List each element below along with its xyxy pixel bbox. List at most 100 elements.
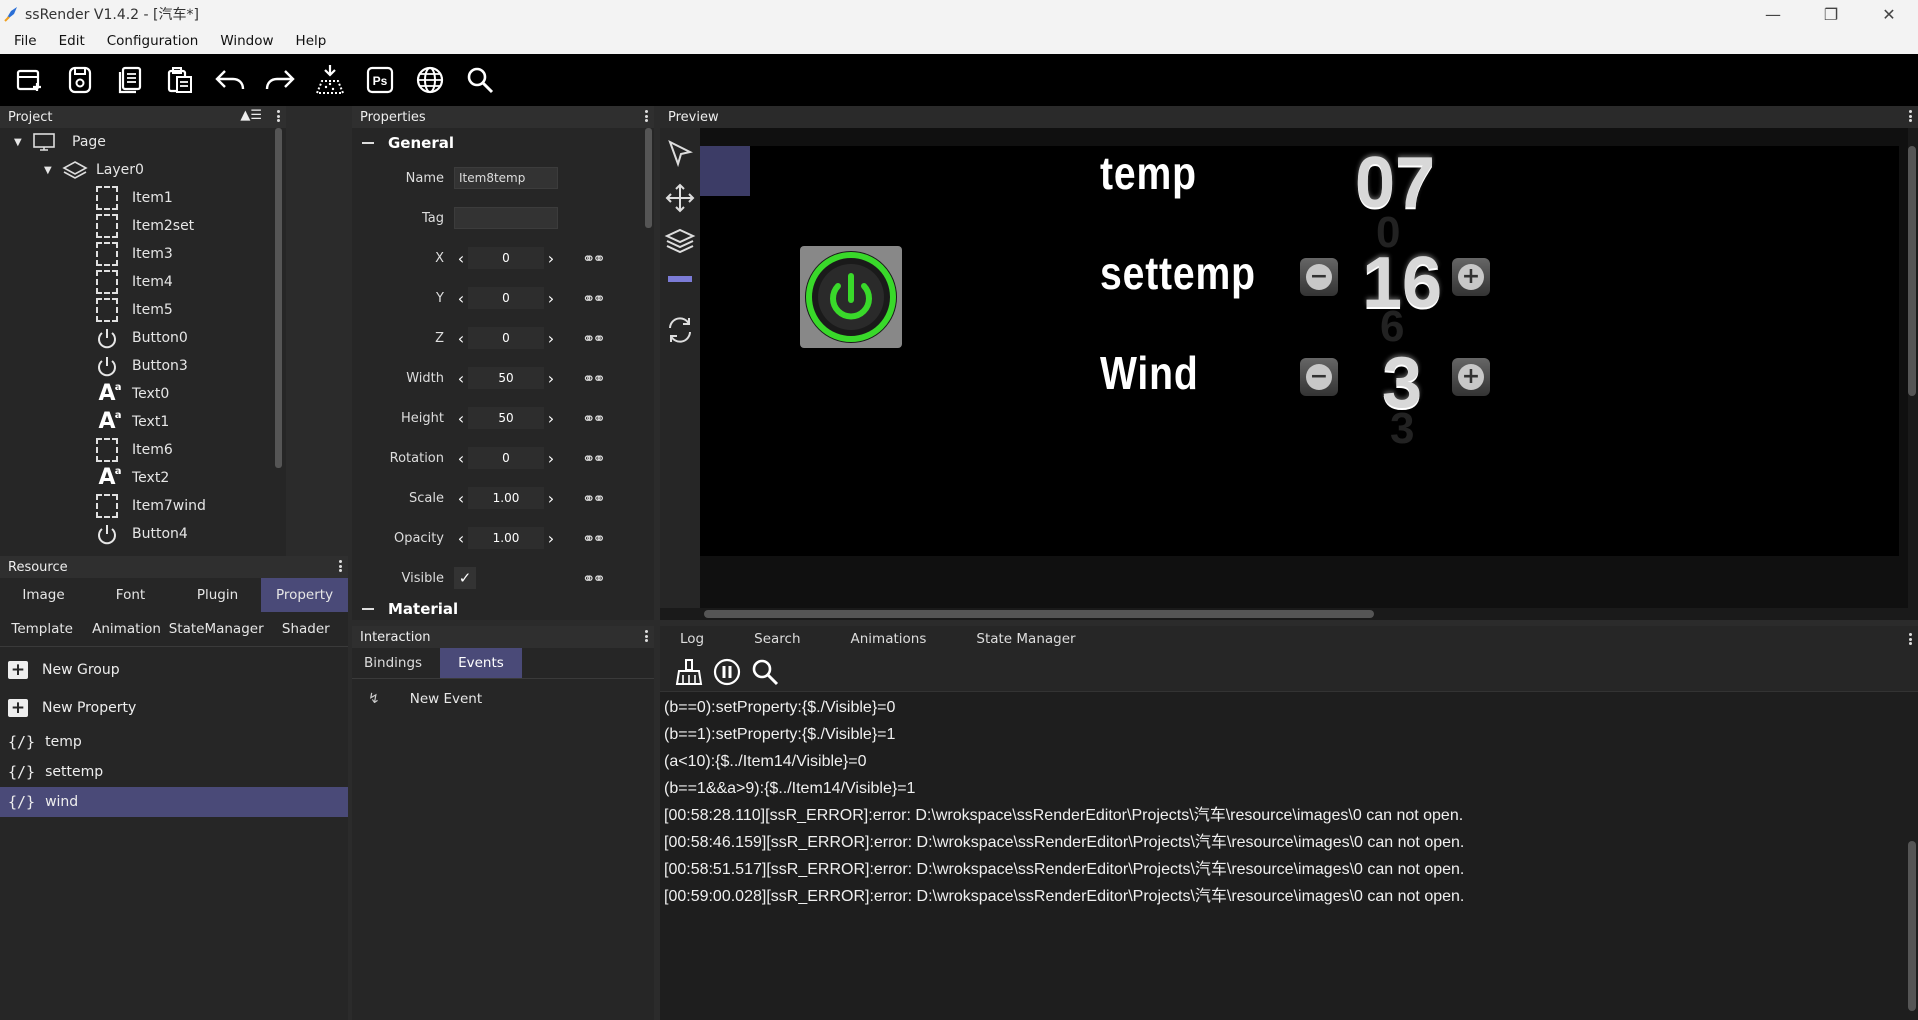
tab-font[interactable]: Font [87, 578, 174, 612]
tab-image[interactable]: Image [0, 578, 87, 612]
new-button[interactable] [10, 60, 50, 100]
visible-checkbox[interactable]: ✓ [454, 567, 476, 589]
increment-icon[interactable]: › [544, 409, 558, 428]
menu-configuration[interactable]: Configuration [99, 33, 207, 49]
preview-vscrollbar[interactable] [1908, 146, 1916, 396]
bind-link-icon[interactable]: ⚭⚭ [582, 529, 606, 548]
name-field[interactable]: Item8temp [454, 167, 558, 189]
prop-spinbox[interactable]: ‹ 0 › [454, 247, 558, 269]
tag-field[interactable] [454, 207, 558, 229]
tree-item-item2set[interactable]: Item2set [0, 212, 340, 240]
prop-value[interactable]: 50 [468, 367, 544, 389]
search-button[interactable] [460, 60, 500, 100]
prop-spinbox[interactable]: ‹ 0 › [454, 327, 558, 349]
tree-item-item6[interactable]: Item6 [0, 436, 340, 464]
property-item-settemp[interactable]: {/} settemp [0, 757, 348, 787]
decrement-icon[interactable]: ‹ [454, 249, 468, 268]
menu-help[interactable]: Help [288, 33, 335, 49]
prop-spinbox[interactable]: ‹ 50 › [454, 407, 558, 429]
decrement-icon[interactable]: ‹ [454, 369, 468, 388]
menu-edit[interactable]: Edit [51, 33, 93, 49]
pause-log-button[interactable] [712, 657, 742, 687]
new-group-button[interactable]: + New Group [0, 651, 348, 689]
collapse-icon[interactable] [362, 608, 374, 610]
increment-icon[interactable]: › [544, 369, 558, 388]
layers-tool[interactable] [664, 226, 696, 258]
more-icon[interactable] [338, 558, 342, 574]
tree-item-item3[interactable]: Item3 [0, 240, 340, 268]
collapse-icon[interactable] [362, 142, 374, 144]
close-button[interactable]: ✕ [1860, 0, 1918, 28]
expand-arrow-icon[interactable]: ▼ [44, 165, 62, 176]
tree-item-item4[interactable]: Item4 [0, 268, 340, 296]
settemp-minus-button[interactable]: − [1300, 258, 1338, 296]
bind-link-icon[interactable]: ⚭⚭ [582, 369, 606, 388]
more-icon[interactable] [1908, 631, 1912, 647]
settemp-plus-button[interactable]: + [1452, 258, 1490, 296]
general-section[interactable]: General [352, 128, 654, 158]
more-icon[interactable] [644, 628, 648, 644]
prop-spinbox[interactable]: ‹ 1.00 › [454, 487, 558, 509]
log-scrollbar[interactable] [1908, 841, 1916, 1011]
globe-button[interactable] [410, 60, 450, 100]
new-event-button[interactable]: ↯ New Event [352, 679, 654, 719]
property-item-wind[interactable]: {/} wind [0, 787, 348, 817]
menu-window[interactable]: Window [212, 33, 281, 49]
undo-button[interactable] [210, 60, 250, 100]
bind-link-icon[interactable]: ⚭⚭ [582, 249, 606, 268]
decrement-icon[interactable]: ‹ [454, 289, 468, 308]
decrement-icon[interactable]: ‹ [454, 529, 468, 548]
minimize-button[interactable]: — [1744, 0, 1802, 28]
wind-minus-button[interactable]: − [1300, 358, 1338, 396]
tab-shader[interactable]: Shader [264, 612, 348, 646]
tab-template[interactable]: Template [0, 612, 84, 646]
tree-item-button0[interactable]: Button0 [0, 324, 340, 352]
expand-arrow-icon[interactable]: ▼ [14, 137, 32, 148]
refresh-tool[interactable] [664, 314, 696, 346]
increment-icon[interactable]: › [544, 289, 558, 308]
tab-plugin[interactable]: Plugin [174, 578, 261, 612]
copy-button[interactable] [110, 60, 150, 100]
tab-property[interactable]: Property [261, 578, 348, 612]
increment-icon[interactable]: › [544, 449, 558, 468]
increment-icon[interactable]: › [544, 249, 558, 268]
tree-item-item5[interactable]: Item5 [0, 296, 340, 324]
tree-item-text0[interactable]: Aa Text0 [0, 380, 340, 408]
bind-link-icon[interactable]: ⚭⚭ [582, 569, 606, 588]
photoshop-button[interactable]: Ps [360, 60, 400, 100]
tab-statemanager[interactable]: StateManager [169, 612, 264, 646]
tree-item-item7wind[interactable]: Item7wind [0, 492, 340, 520]
new-property-button[interactable]: + New Property [0, 689, 348, 727]
preview-hscrollbar[interactable] [704, 610, 1374, 618]
project-scrollbar[interactable] [275, 128, 282, 468]
save-button[interactable] [60, 60, 100, 100]
prop-value[interactable]: 0 [468, 247, 544, 269]
prop-spinbox[interactable]: ‹ 0 › [454, 447, 558, 469]
more-icon[interactable] [276, 108, 280, 124]
prop-spinbox[interactable]: ‹ 50 › [454, 367, 558, 389]
paste-button[interactable] [160, 60, 200, 100]
restore-button[interactable]: ❐ [1802, 0, 1860, 28]
wind-plus-button[interactable]: + [1452, 358, 1490, 396]
tab-animations[interactable]: Animations [841, 631, 937, 647]
more-icon[interactable] [1908, 108, 1912, 124]
decrement-icon[interactable]: ‹ [454, 329, 468, 348]
tab-bindings[interactable]: Bindings [356, 648, 430, 678]
tree-page[interactable]: ▼ Page [0, 128, 340, 156]
clear-log-button[interactable] [674, 657, 704, 687]
prop-value[interactable]: 1.00 [468, 527, 544, 549]
bind-link-icon[interactable]: ⚭⚭ [582, 329, 606, 348]
move-tool[interactable] [664, 182, 696, 214]
decrement-icon[interactable]: ‹ [454, 449, 468, 468]
bind-link-icon[interactable]: ⚭⚭ [582, 409, 606, 428]
prop-value[interactable]: 1.00 [468, 487, 544, 509]
property-item-temp[interactable]: {/} temp [0, 727, 348, 757]
tree-layer[interactable]: ▼ Layer0 [0, 156, 340, 184]
tab-state-manager[interactable]: State Manager [966, 631, 1085, 647]
tree-item-text1[interactable]: Aa Text1 [0, 408, 340, 436]
properties-scrollbar[interactable] [645, 128, 652, 228]
prop-value[interactable]: 0 [468, 447, 544, 469]
decrement-icon[interactable]: ‹ [454, 409, 468, 428]
prop-value[interactable]: 0 [468, 287, 544, 309]
sort-icon[interactable]: ▲☰ [240, 108, 262, 123]
